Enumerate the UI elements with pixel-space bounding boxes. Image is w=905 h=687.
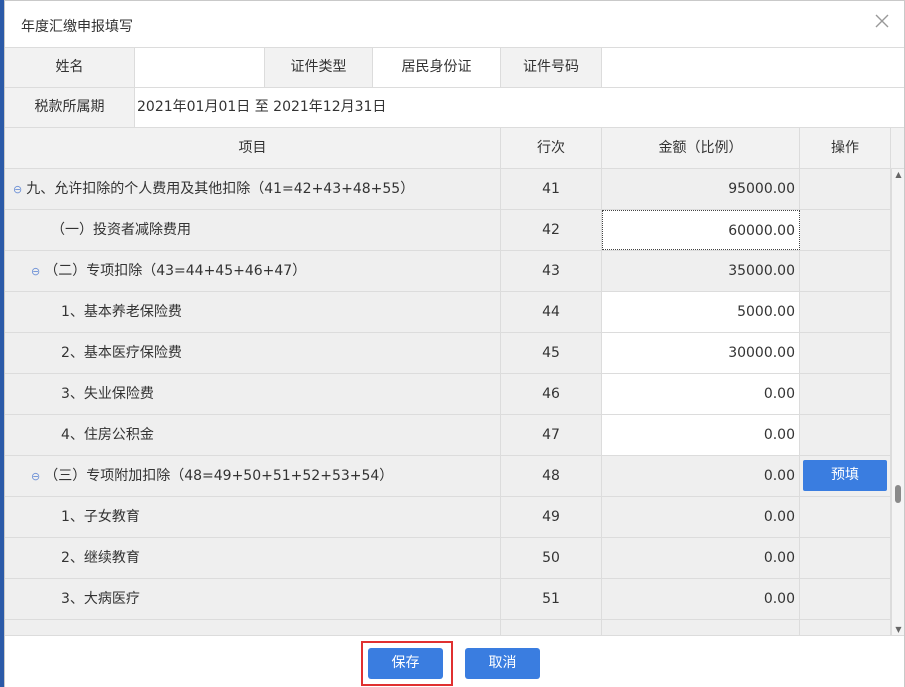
row-action-cell xyxy=(800,415,891,455)
collapse-icon[interactable]: ⊖ xyxy=(31,457,40,496)
row-line-number: 50 xyxy=(501,538,602,578)
row-item-label: 九、允许扣除的个人费用及其他扣除（41=42+43+48+55） xyxy=(26,181,415,197)
table-row: 4、住房公积金 47 0.00 xyxy=(5,415,891,456)
annual-filing-dialog: 年度汇缴申报填写 姓名 证件类型 居民身份证 证件号码 税款所属期 2021年0… xyxy=(4,0,905,687)
table-row: ⊖ 九、允许扣除的个人费用及其他扣除（41=42+43+48+55） 41 950… xyxy=(5,169,891,210)
row-action-cell xyxy=(800,169,891,209)
table-row: ⊖ （三）专项附加扣除（48=49+50+51+52+53+54） 48 0.00… xyxy=(5,456,891,497)
dialog-footer: 保存 取消 xyxy=(5,635,904,687)
row-line-number: 45 xyxy=(501,333,602,373)
name-label: 姓名 xyxy=(5,48,135,87)
close-icon[interactable] xyxy=(872,11,892,31)
row-line-number: 47 xyxy=(501,415,602,455)
row-action-cell xyxy=(800,497,891,537)
row-action-cell xyxy=(800,579,891,619)
save-button[interactable]: 保存 xyxy=(368,648,443,679)
row-action-cell xyxy=(800,292,891,332)
dialog-titlebar: 年度汇缴申报填写 xyxy=(5,1,904,47)
table-row: （一）投资者减除费用 42 60000.00 xyxy=(5,210,891,251)
scrollbar-thumb[interactable] xyxy=(895,485,901,503)
taxpayer-info-table: 姓名 证件类型 居民身份证 证件号码 税款所属期 2021年01月01日 至 2… xyxy=(5,47,904,128)
row-line-number: 41 xyxy=(501,169,602,209)
row-line-number: 46 xyxy=(501,374,602,414)
row-amount: 35000.00 xyxy=(602,251,800,291)
table-row: 3、失业保险费 46 0.00 xyxy=(5,374,891,415)
row-line-number: 43 xyxy=(501,251,602,291)
row-amount: 0.00 xyxy=(602,579,800,619)
row-action-cell xyxy=(800,333,891,373)
row-item-label: （三）专项附加扣除（48=49+50+51+52+53+54） xyxy=(44,468,394,484)
table-row xyxy=(5,620,891,635)
header-amount: 金额（比例） xyxy=(602,128,800,168)
info-row: 税款所属期 2021年01月01日 至 2021年12月31日 xyxy=(5,88,904,128)
header-action: 操作 xyxy=(800,128,891,168)
table-row: ⊖ （二）专项扣除（43=44+45+46+47） 43 35000.00 xyxy=(5,251,891,292)
row-action-cell xyxy=(800,251,891,291)
table-row: 2、基本医疗保险费 45 30000.00 xyxy=(5,333,891,374)
table-row: 3、大病医疗 51 0.00 xyxy=(5,579,891,620)
row-line-number: 44 xyxy=(501,292,602,332)
dialog-title: 年度汇缴申报填写 xyxy=(21,19,133,35)
grid-header: 项目 行次 金额（比例） 操作 xyxy=(5,128,904,169)
row-action-cell xyxy=(800,538,891,578)
row-item-label: 1、子女教育 xyxy=(5,497,501,537)
table-row: 2、继续教育 50 0.00 xyxy=(5,538,891,579)
row-line-number: 42 xyxy=(501,210,602,250)
id-type-value: 居民身份证 xyxy=(373,48,501,87)
name-value xyxy=(135,48,265,87)
vertical-scrollbar[interactable]: ▲ ▼ xyxy=(891,169,904,635)
prefill-button[interactable]: 预填 xyxy=(803,460,887,491)
id-number-label: 证件号码 xyxy=(501,48,602,87)
row-item-label: （一）投资者减除费用 xyxy=(5,210,501,250)
id-type-label: 证件类型 xyxy=(265,48,373,87)
row-line-number: 51 xyxy=(501,579,602,619)
row-line-number: 49 xyxy=(501,497,602,537)
deduction-grid: 项目 行次 金额（比例） 操作 ⊖ 九、允许扣除的个人费用及其他扣除（41=42+… xyxy=(5,127,904,635)
row-item-label: 2、继续教育 xyxy=(5,538,501,578)
amount-input[interactable]: 30000.00 xyxy=(602,333,800,373)
row-action-cell: 预填 xyxy=(800,456,891,496)
row-line-number: 48 xyxy=(501,456,602,496)
row-item-label: （二）专项扣除（43=44+45+46+47） xyxy=(44,263,307,279)
row-amount: 95000.00 xyxy=(602,169,800,209)
amount-input[interactable]: 0.00 xyxy=(602,415,800,455)
row-amount: 0.00 xyxy=(602,497,800,537)
row-action-cell xyxy=(800,374,891,414)
amount-input[interactable]: 60000.00 xyxy=(602,210,800,250)
row-item-label: 1、基本养老保险费 xyxy=(5,292,501,332)
period-label: 税款所属期 xyxy=(5,88,135,127)
row-amount: 0.00 xyxy=(602,456,800,496)
row-item-label: 4、住房公积金 xyxy=(5,415,501,455)
cancel-button[interactable]: 取消 xyxy=(465,648,540,679)
table-row: 1、子女教育 49 0.00 xyxy=(5,497,891,538)
collapse-icon[interactable]: ⊖ xyxy=(31,252,40,291)
scroll-down-icon[interactable]: ▼ xyxy=(894,626,903,634)
scroll-up-icon[interactable]: ▲ xyxy=(894,171,903,179)
header-item: 项目 xyxy=(5,128,501,168)
table-row: 1、基本养老保险费 44 5000.00 xyxy=(5,292,891,333)
collapse-icon[interactable]: ⊖ xyxy=(13,170,22,209)
period-value: 2021年01月01日 至 2021年12月31日 xyxy=(135,88,904,127)
amount-input[interactable]: 5000.00 xyxy=(602,292,800,332)
amount-input[interactable]: 0.00 xyxy=(602,374,800,414)
row-amount: 0.00 xyxy=(602,538,800,578)
row-item-label: 2、基本医疗保险费 xyxy=(5,333,501,373)
row-item-label: 3、大病医疗 xyxy=(5,579,501,619)
row-item-label: 3、失业保险费 xyxy=(5,374,501,414)
info-row: 姓名 证件类型 居民身份证 证件号码 xyxy=(5,48,904,88)
header-line: 行次 xyxy=(501,128,602,168)
id-number-value xyxy=(602,48,904,87)
row-action-cell xyxy=(800,210,891,250)
